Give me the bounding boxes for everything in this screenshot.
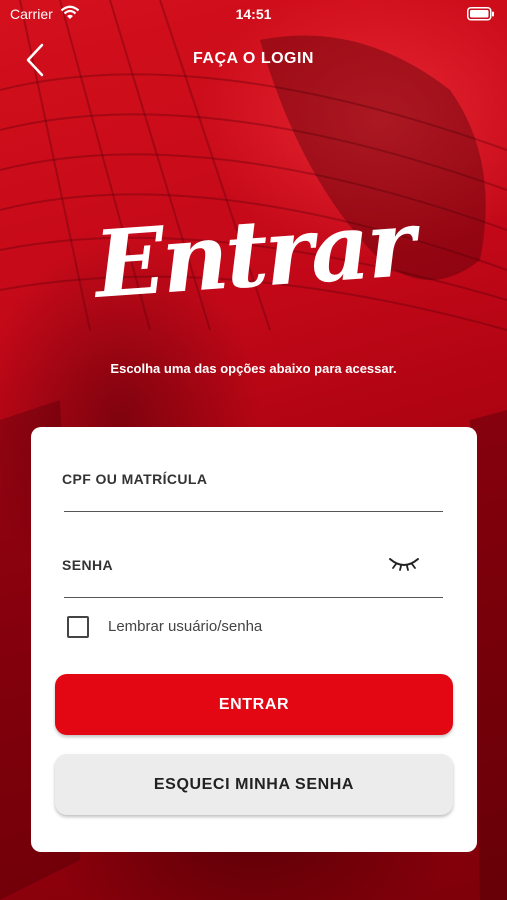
- hero-subtitle: Escolha uma das opções abaixo para acess…: [110, 361, 397, 376]
- eye-closed-icon[interactable]: [388, 555, 420, 573]
- status-bar: Carrier 14:51: [0, 0, 507, 28]
- login-card: CPF OU MATRÍCULA SENHA Lembrar usuário/s…: [31, 427, 477, 852]
- login-button[interactable]: ENTRAR: [55, 674, 453, 735]
- battery-icon: [467, 7, 494, 21]
- page-title: FAÇA O LOGIN: [193, 50, 314, 67]
- remember-label: Lembrar usuário/senha: [108, 618, 263, 635]
- status-time: 14:51: [235, 6, 272, 22]
- navigation-bar: FAÇA O LOGIN: [0, 40, 507, 80]
- remember-credentials-row[interactable]: Lembrar usuário/senha: [67, 615, 327, 639]
- remember-checkbox[interactable]: [67, 616, 89, 638]
- forgot-password-button[interactable]: ESQUECI MINHA SENHA: [55, 754, 453, 815]
- cpf-input[interactable]: [64, 484, 443, 512]
- password-input[interactable]: [64, 570, 443, 598]
